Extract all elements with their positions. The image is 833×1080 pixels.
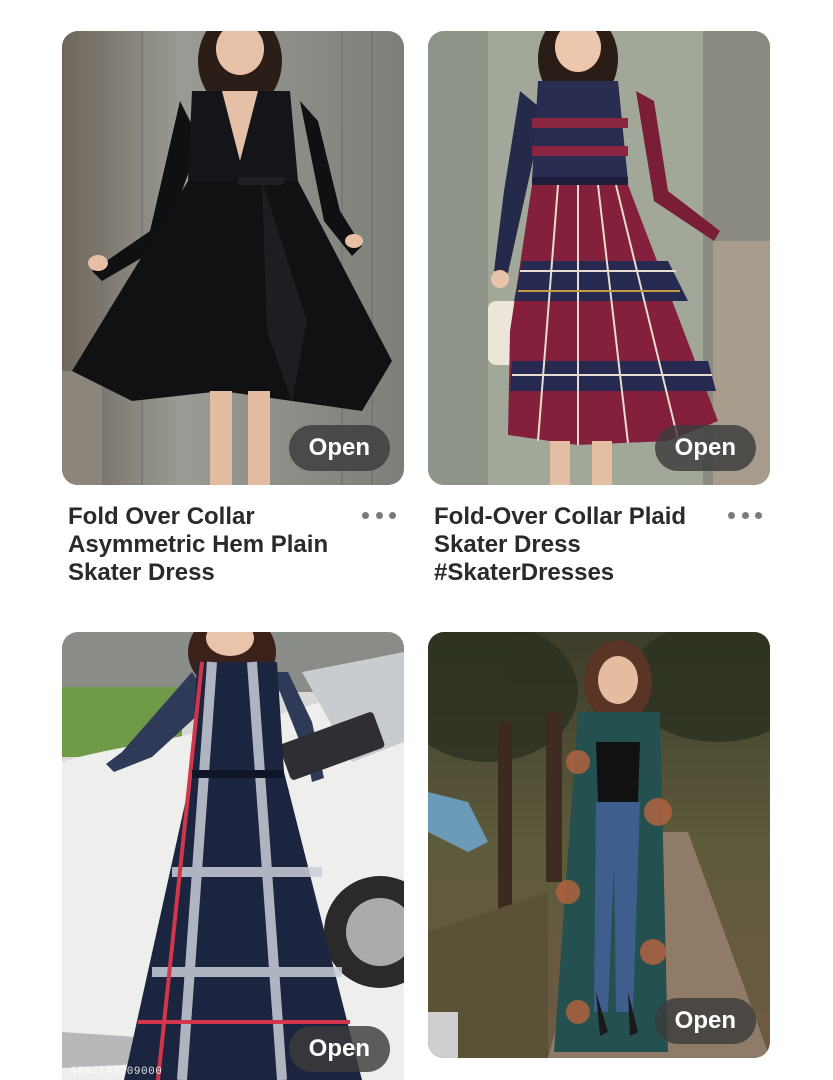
open-button[interactable]: Open: [654, 998, 756, 1044]
open-button[interactable]: Open: [288, 425, 390, 471]
pin-card-1: Open Fold Over Collar Asymmetric Hem Pla…: [62, 31, 404, 587]
more-dots-icon[interactable]: [362, 505, 396, 525]
pin-card-3: 4887149209000 Open: [62, 632, 404, 1080]
dot: [389, 511, 396, 519]
pin-card-4: Open: [428, 632, 770, 1058]
image-id-watermark: 4887149209000: [70, 1066, 163, 1078]
pin-meta-2: Fold-Over Collar Plaid Skater Dress #Ska…: [428, 503, 770, 587]
dot: [375, 511, 383, 519]
pin-title[interactable]: Fold Over Collar Asymmetric Hem Plain Sk…: [68, 503, 356, 587]
pin-meta-1: Fold Over Collar Asymmetric Hem Plain Sk…: [62, 503, 404, 587]
dress-photo-checked-car: [62, 632, 404, 1080]
open-button[interactable]: Open: [288, 1026, 390, 1072]
dot: [755, 511, 762, 519]
more-dots-icon[interactable]: [728, 505, 762, 525]
dot: [362, 511, 369, 519]
pin-image-1[interactable]: Open: [62, 31, 404, 485]
photo-floral-long-coat: [428, 632, 770, 1058]
pin-title[interactable]: Fold-Over Collar Plaid Skater Dress #Ska…: [434, 503, 722, 587]
open-button[interactable]: Open: [654, 425, 756, 471]
dot: [741, 511, 749, 519]
dress-photo-black-skater: [62, 31, 404, 485]
pin-image-3[interactable]: 4887149209000 Open: [62, 632, 404, 1080]
pin-image-2[interactable]: Open: [428, 31, 770, 485]
dress-photo-plaid-skater: [428, 31, 770, 485]
dot: [728, 511, 735, 519]
pin-image-4[interactable]: Open: [428, 632, 770, 1058]
pin-card-2: Open Fold-Over Collar Plaid Skater Dress…: [428, 31, 770, 587]
